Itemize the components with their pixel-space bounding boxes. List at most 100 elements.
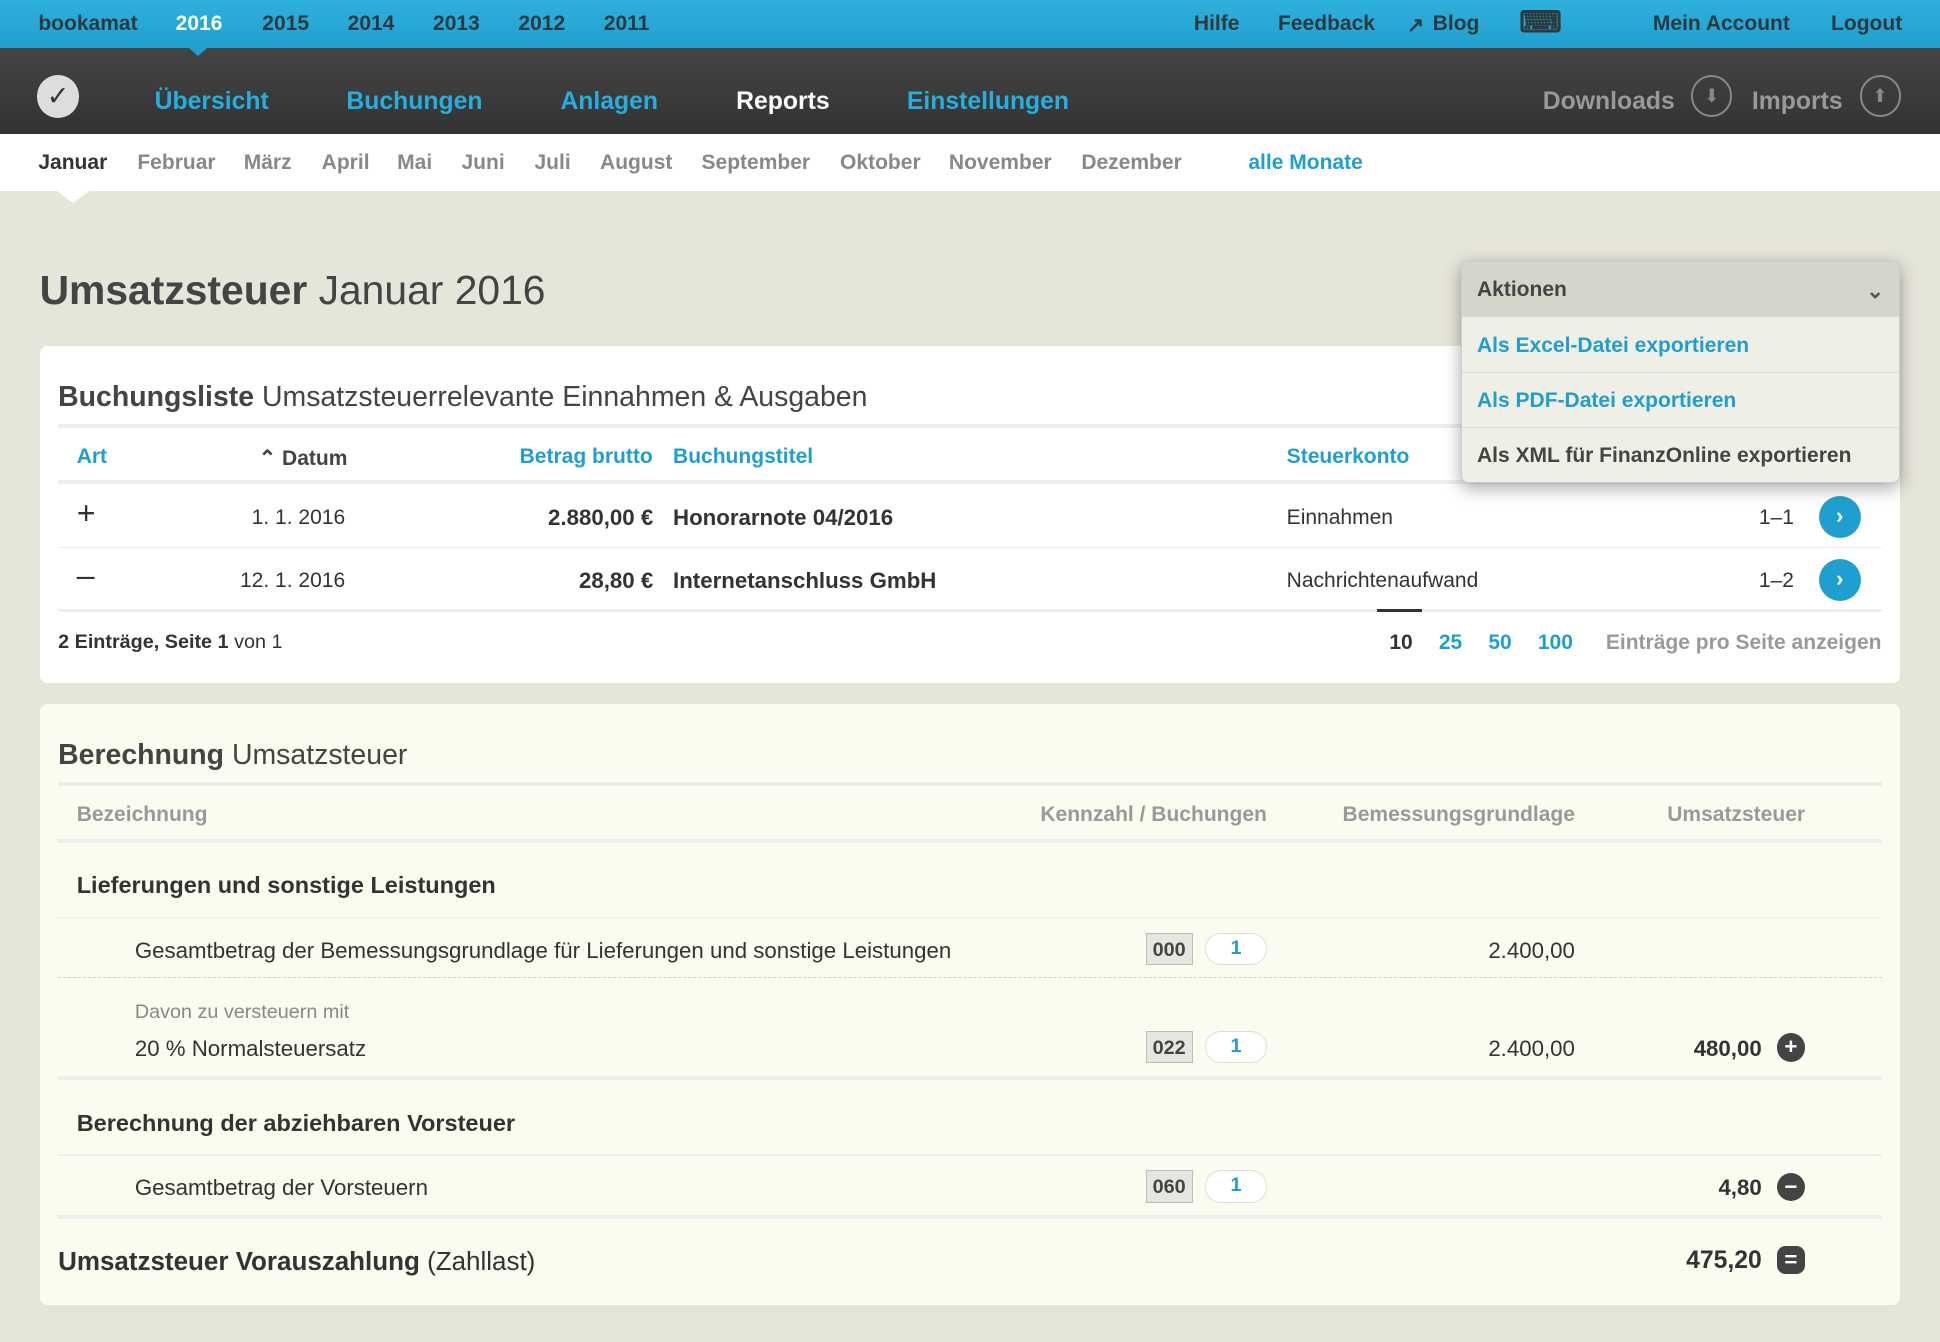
- kennzahl-badge: 060: [1145, 1170, 1193, 1203]
- export-excel[interactable]: Als Excel-Datei exportieren: [1462, 316, 1899, 371]
- nav-uebersicht[interactable]: Übersicht: [155, 88, 269, 116]
- chevron-down-icon: ⌄: [1866, 280, 1884, 304]
- month-februar[interactable]: Februar: [137, 151, 215, 175]
- total-value: 475,20: [1686, 1247, 1762, 1275]
- row-title: Internetanschluss GmbH: [673, 567, 937, 593]
- month-oktober[interactable]: Oktober: [840, 151, 921, 175]
- year-2016[interactable]: 2016: [176, 12, 223, 36]
- upload-icon[interactable]: ⬆: [1859, 75, 1901, 117]
- year-2014[interactable]: 2014: [348, 12, 395, 36]
- nav-reports[interactable]: Reports: [736, 88, 829, 116]
- row-date: 12. 1. 2016: [239, 569, 346, 593]
- export-pdf[interactable]: Als PDF-Datei exportieren: [1462, 371, 1899, 427]
- chevron-right-icon[interactable]: ›: [1818, 496, 1861, 539]
- berechnung-card: Berechnung Umsatzsteuer Bezeichnung Kenn…: [39, 703, 1901, 1306]
- page-title: Umsatzsteuer Januar 2016: [39, 267, 546, 314]
- section-heading: Berechnung der abziehbaren Vorsteuer: [76, 1109, 516, 1136]
- bookings-count-link[interactable]: 1: [1205, 1030, 1267, 1063]
- minus-circle-icon: −: [1776, 1172, 1806, 1202]
- kennzahl-badge: 022: [1145, 1030, 1193, 1063]
- nav-buchungen[interactable]: Buchungen: [346, 88, 482, 116]
- calc-row-label: Gesamtbetrag der Vorsteuern: [134, 1175, 428, 1201]
- bookings-count-link[interactable]: 1: [1205, 932, 1267, 965]
- month-november[interactable]: November: [949, 151, 1052, 175]
- col-art[interactable]: Art: [77, 445, 107, 469]
- actions-dropdown-toggle[interactable]: Aktionen ⌄: [1462, 262, 1899, 317]
- month-maerz[interactable]: März: [244, 151, 292, 175]
- feedback-link[interactable]: Feedback: [1278, 12, 1375, 36]
- col-datum[interactable]: ⌃ Datum: [259, 445, 348, 471]
- page-size-100[interactable]: 100: [1538, 631, 1573, 655]
- row-amount: 2.880,00 €: [548, 504, 654, 530]
- plus-circle-icon: +: [1776, 1033, 1806, 1062]
- main-nav: ✓ Übersicht Buchungen Anlagen Reports Ei…: [0, 48, 1940, 134]
- equals-icon: =: [1776, 1245, 1806, 1275]
- account-link[interactable]: Mein Account: [1653, 12, 1790, 36]
- chevron-right-icon[interactable]: ›: [1818, 559, 1861, 602]
- page-size-10[interactable]: 10: [1389, 631, 1412, 655]
- month-april[interactable]: April: [322, 151, 370, 175]
- minus-icon: –: [76, 556, 95, 593]
- active-month-pointer: [56, 190, 89, 219]
- month-juli[interactable]: Juli: [534, 151, 570, 175]
- nav-anlagen[interactable]: Anlagen: [560, 88, 658, 116]
- kennzahl-badge: 000: [1145, 932, 1193, 965]
- list-title: Buchungsliste Umsatzsteuerrelevante Einn…: [58, 381, 868, 414]
- col-bemessung: Bemessungsgrundlage: [1342, 802, 1575, 826]
- row-number: 1–1: [1758, 506, 1794, 529]
- downloads-link[interactable]: Downloads: [1543, 88, 1675, 116]
- active-year-pointer: [189, 48, 208, 65]
- total-label: Umsatzsteuer Vorauszahlung (Zahllast): [58, 1245, 536, 1276]
- export-xml-finanzonline[interactable]: Als XML für FinanzOnline exportieren: [1462, 427, 1899, 482]
- month-september[interactable]: September: [701, 151, 810, 175]
- hilfe-link[interactable]: Hilfe: [1194, 12, 1240, 36]
- calc-row-label: 20 % Normalsteuersatz: [134, 1035, 367, 1061]
- ust-value: 480,00: [1693, 1035, 1762, 1061]
- bemessung-value: 2.400,00: [1488, 937, 1575, 963]
- col-bezeichnung: Bezeichnung: [76, 802, 208, 826]
- month-alle[interactable]: alle Monate: [1248, 151, 1362, 175]
- logout-link[interactable]: Logout: [1831, 12, 1902, 36]
- year-2013[interactable]: 2013: [433, 12, 480, 36]
- calc-title: Berechnung Umsatzsteuer: [58, 738, 408, 771]
- keyboard-icon[interactable]: ⌨: [1519, 5, 1562, 40]
- month-nav: Januar Februar März April Mai Juni Juli …: [0, 133, 1940, 203]
- actions-dropdown: Aktionen ⌄ Als Excel-Datei exportieren Al…: [1461, 261, 1900, 484]
- row-date: 1. 1. 2016: [251, 506, 346, 529]
- month-mai[interactable]: Mai: [397, 151, 432, 175]
- blog-link[interactable]: Blog: [1433, 12, 1480, 36]
- col-kennzahl: Kennzahl / Buchungen: [1040, 802, 1267, 826]
- year-2012[interactable]: 2012: [518, 12, 565, 36]
- bemessung-value: 2.400,00: [1488, 1035, 1575, 1061]
- imports-link[interactable]: Imports: [1752, 88, 1843, 116]
- row-account: Nachrichtenaufwand: [1286, 569, 1479, 593]
- month-dezember[interactable]: Dezember: [1081, 151, 1181, 175]
- app: bookamat 2016 2015 2014 2013 2012 2011 H…: [0, 0, 1940, 1342]
- logo-icon[interactable]: ✓: [37, 75, 80, 118]
- row-account: Einnahmen: [1286, 506, 1393, 529]
- month-januar[interactable]: Januar: [38, 151, 107, 175]
- row-amount: 28,80 €: [578, 567, 654, 593]
- page-size-50[interactable]: 50: [1488, 631, 1511, 655]
- top-bar: bookamat 2016 2015 2014 2013 2012 2011 H…: [0, 0, 1940, 57]
- calc-row-label: Gesamtbetrag der Bemessungsgrundlage für…: [134, 937, 952, 963]
- bookings-count-link[interactable]: 1: [1205, 1170, 1267, 1203]
- calc-row-sublabel: Davon zu versteuern mit: [134, 1000, 350, 1023]
- download-icon[interactable]: ⬇: [1691, 75, 1733, 117]
- brand-link[interactable]: bookamat: [38, 12, 137, 36]
- col-konto[interactable]: Steuerkonto: [1287, 445, 1410, 469]
- month-august[interactable]: August: [600, 151, 672, 175]
- year-2011[interactable]: 2011: [604, 12, 650, 36]
- sort-asc-icon: ⌃: [258, 447, 283, 471]
- col-titel[interactable]: Buchungstitel: [673, 445, 813, 469]
- month-juni[interactable]: Juni: [461, 151, 504, 175]
- ust-value: 4,80: [1718, 1175, 1762, 1201]
- arrow-up-right-icon: ↗: [1406, 14, 1425, 38]
- col-umsatzsteuer: Umsatzsteuer: [1667, 802, 1806, 826]
- page-size-25[interactable]: 25: [1439, 631, 1462, 655]
- nav-einstellungen[interactable]: Einstellungen: [907, 88, 1069, 116]
- year-2015[interactable]: 2015: [262, 12, 309, 36]
- row-title: Honorarnote 04/2016: [673, 504, 894, 530]
- col-betrag[interactable]: Betrag brutto: [520, 445, 653, 469]
- row-number: 1–2: [1758, 569, 1794, 593]
